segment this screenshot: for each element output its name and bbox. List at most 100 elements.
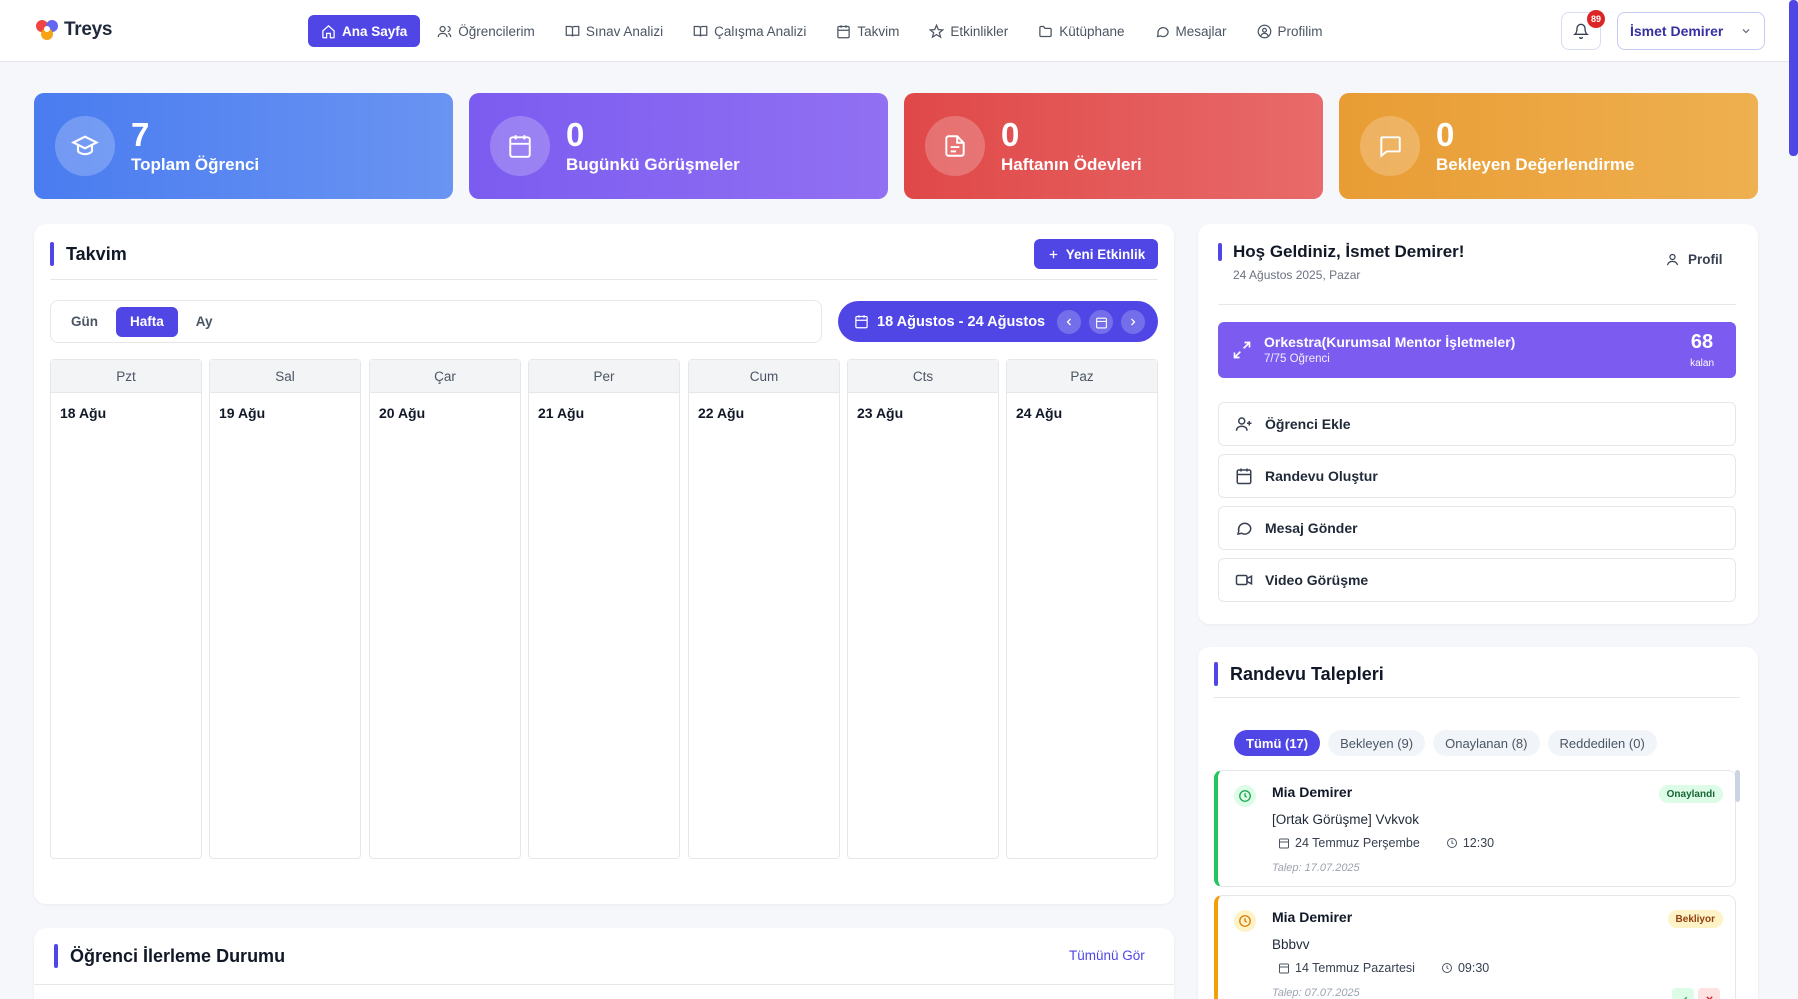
day-column-friday[interactable]: Cum 22 Ağu [688, 359, 840, 859]
chevron-left-icon [1066, 318, 1071, 326]
filter-pending[interactable]: Bekleyen (9) [1328, 730, 1426, 756]
create-appointment-button[interactable]: Randevu Oluştur [1218, 454, 1736, 498]
video-icon [1235, 574, 1253, 586]
nav-item-calisma-analizi[interactable]: Çalışma Analizi [680, 15, 819, 47]
action-label: Video Görüşme [1265, 572, 1369, 588]
request-date-text: 14 Temmuz Pazartesi [1295, 961, 1415, 975]
view-option-day[interactable]: Gün [57, 307, 112, 337]
request-date: 24 Temmuz Perşembe [1278, 836, 1420, 850]
stat-card-pending-reviews[interactable]: 0 Bekleyen Değerlendirme [1339, 93, 1758, 199]
previous-week-button[interactable] [1057, 310, 1081, 334]
day-date: 22 Ağu [698, 405, 745, 421]
nav-item-ogrencilerim[interactable]: Öğrencilerim [424, 15, 548, 47]
nav-label: Çalışma Analizi [714, 23, 807, 39]
new-event-button[interactable]: Yeni Etkinlik [1034, 239, 1158, 269]
stat-card-total-students[interactable]: 7 Toplam Öğrenci [34, 93, 453, 199]
day-date: 21 Ağu [538, 405, 585, 421]
appointment-request-card[interactable]: Mia Demirer Bekliyor Bbbvv 14 Temmuz Paz… [1214, 895, 1736, 999]
request-meta: 24 Temmuz Perşembe 12:30 [1278, 836, 1494, 850]
section-accent-bar [54, 944, 58, 968]
nav-item-etkinlikler[interactable]: Etkinlikler [916, 15, 1021, 47]
book-icon [693, 25, 708, 37]
requests-scrollbar[interactable] [1735, 770, 1740, 802]
calendar-view-switcher: Gün Hafta Ay [50, 300, 822, 343]
calendar-icon [490, 116, 550, 176]
graduation-cap-icon [55, 116, 115, 176]
nav-item-ana-sayfa[interactable]: Ana Sayfa [308, 15, 421, 47]
user-icon [1666, 253, 1679, 266]
video-call-button[interactable]: Video Görüşme [1218, 558, 1736, 602]
divider [1214, 697, 1740, 698]
nav-label: Mesajlar [1175, 23, 1227, 39]
page-scrollbar[interactable] [1789, 0, 1798, 156]
next-week-button[interactable] [1121, 310, 1145, 334]
nav-item-kutuphane[interactable]: Kütüphane [1025, 15, 1137, 47]
profile-button[interactable]: Profil [1665, 252, 1723, 267]
organization-card[interactable]: Orkestra(Kurumsal Mentor İşletmeler) 7/7… [1218, 322, 1736, 378]
new-event-label: Yeni Etkinlik [1065, 246, 1146, 262]
action-label: Öğrenci Ekle [1265, 416, 1351, 432]
clock-icon [1441, 963, 1452, 973]
day-date: 19 Ağu [219, 405, 266, 421]
section-title-text: Öğrenci İlerleme Durumu [70, 945, 286, 966]
date-range-selector[interactable]: 18 Ağustos - 24 Ağustos [838, 301, 1158, 342]
calendar-icon [1236, 468, 1252, 485]
remaining-count: 68 [1690, 331, 1714, 353]
filter-approved[interactable]: Onaylanan (8) [1433, 730, 1540, 756]
user-name: İsmet Demirer [1630, 23, 1724, 39]
expand-icon [1233, 341, 1251, 359]
day-name: Pzt [51, 360, 201, 393]
app-logo[interactable]: Treys [34, 18, 112, 42]
profile-label: Profil [1688, 252, 1723, 267]
day-name: Sal [210, 360, 360, 393]
day-column-thursday[interactable]: Per 21 Ağu [528, 359, 680, 859]
section-title-text: Takvim [66, 243, 127, 264]
nav-item-sinav-analizi[interactable]: Sınav Analizi [552, 15, 676, 47]
stat-card-weekly-homework[interactable]: 0 Haftanın Ödevleri [904, 93, 1323, 199]
nav-label: Etkinlikler [950, 23, 1009, 39]
view-option-month[interactable]: Ay [182, 307, 227, 337]
status-badge: Onaylandı [1658, 785, 1723, 803]
day-column-saturday[interactable]: Cts 23 Ağu [847, 359, 999, 859]
organization-name: Orkestra(Kurumsal Mentor İşletmeler) [1264, 334, 1516, 350]
nav-item-profilim[interactable]: Profilim [1244, 15, 1336, 47]
appointment-requests-title: Randevu Talepleri [1214, 662, 1384, 686]
notifications-button[interactable]: 89 [1561, 10, 1605, 50]
divider [34, 984, 1174, 985]
day-name: Cts [848, 360, 998, 393]
request-time-text: 09:30 [1457, 961, 1490, 975]
day-column-tuesday[interactable]: Sal 19 Ağu [209, 359, 361, 859]
nav-item-mesajlar[interactable]: Mesajlar [1142, 15, 1240, 47]
notification-count-badge: 89 [1587, 10, 1605, 28]
nav-item-takvim[interactable]: Takvim [823, 15, 912, 47]
appointment-request-card[interactable]: Mia Demirer Onaylandı [Ortak Görüşme] Vv… [1214, 770, 1736, 887]
see-all-link[interactable]: Tümünü Gör [1069, 948, 1145, 963]
date-range-label: 18 Ağustos - 24 Ağustos [877, 313, 1046, 330]
stat-value: 0 [1001, 116, 1020, 153]
filter-all[interactable]: Tümü (17) [1234, 730, 1321, 756]
requester-name: Mia Demirer [1272, 784, 1353, 800]
add-student-button[interactable]: Öğrenci Ekle [1218, 402, 1736, 446]
today-button[interactable] [1089, 310, 1113, 334]
send-message-button[interactable]: Mesaj Gönder [1218, 506, 1736, 550]
stat-value: 0 [566, 116, 585, 153]
status-badge: Bekliyor [1667, 910, 1723, 928]
plus-icon [1049, 250, 1058, 258]
nav-label: Ana Sayfa [342, 23, 408, 39]
clock-icon [1446, 838, 1457, 848]
day-column-monday[interactable]: Pzt 18 Ağu [50, 359, 202, 859]
approve-button[interactable] [1672, 988, 1694, 999]
stat-card-todays-meetings[interactable]: 0 Bugünkü Görüşmeler [469, 93, 888, 199]
reject-button[interactable] [1698, 988, 1720, 999]
app-name: Treys [64, 19, 113, 40]
stat-label: Bugünkü Görüşmeler [566, 155, 740, 174]
day-column-wednesday[interactable]: Çar 20 Ağu [369, 359, 521, 859]
day-column-sunday[interactable]: Paz 24 Ağu [1006, 359, 1158, 859]
clock-icon [1234, 910, 1256, 932]
user-menu-button[interactable]: İsmet Demirer [1617, 12, 1765, 50]
calendar-title: Takvim [50, 242, 127, 266]
student-progress-title: Öğrenci İlerleme Durumu [54, 944, 285, 968]
view-option-week[interactable]: Hafta [116, 306, 178, 337]
filter-rejected[interactable]: Reddedilen (0) [1547, 730, 1657, 756]
stat-value: 7 [131, 116, 150, 153]
